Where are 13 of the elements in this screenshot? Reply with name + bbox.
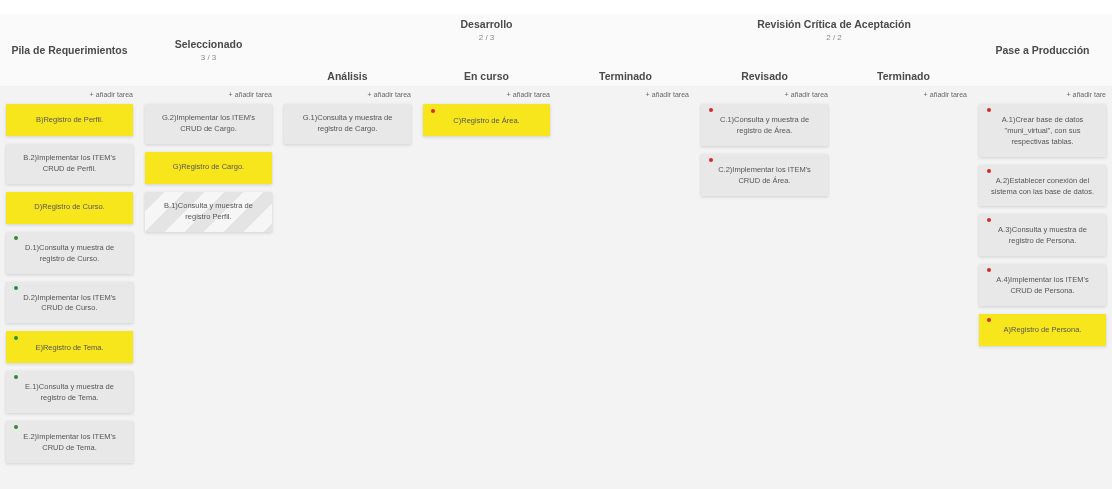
column-title: En curso xyxy=(464,70,509,82)
column-title: Revisado xyxy=(741,70,788,82)
stage-title: Pase a Producción xyxy=(995,44,1090,56)
wip-count: 3 / 3 xyxy=(200,53,217,62)
column-title: Terminado xyxy=(599,70,652,82)
column-title: Terminado xyxy=(877,70,930,82)
stage-title: Desarrollo xyxy=(460,18,513,30)
wip-count: 2 / 3 xyxy=(478,33,495,42)
column-title: Análisis xyxy=(327,70,368,82)
wip-count: 2 / 2 xyxy=(826,33,842,42)
stage-title: Seleccionado xyxy=(174,38,243,50)
stage-title: Revisión Crítica de Aceptación xyxy=(757,18,911,30)
stage-title: Pila de Requerimientos xyxy=(11,44,128,56)
